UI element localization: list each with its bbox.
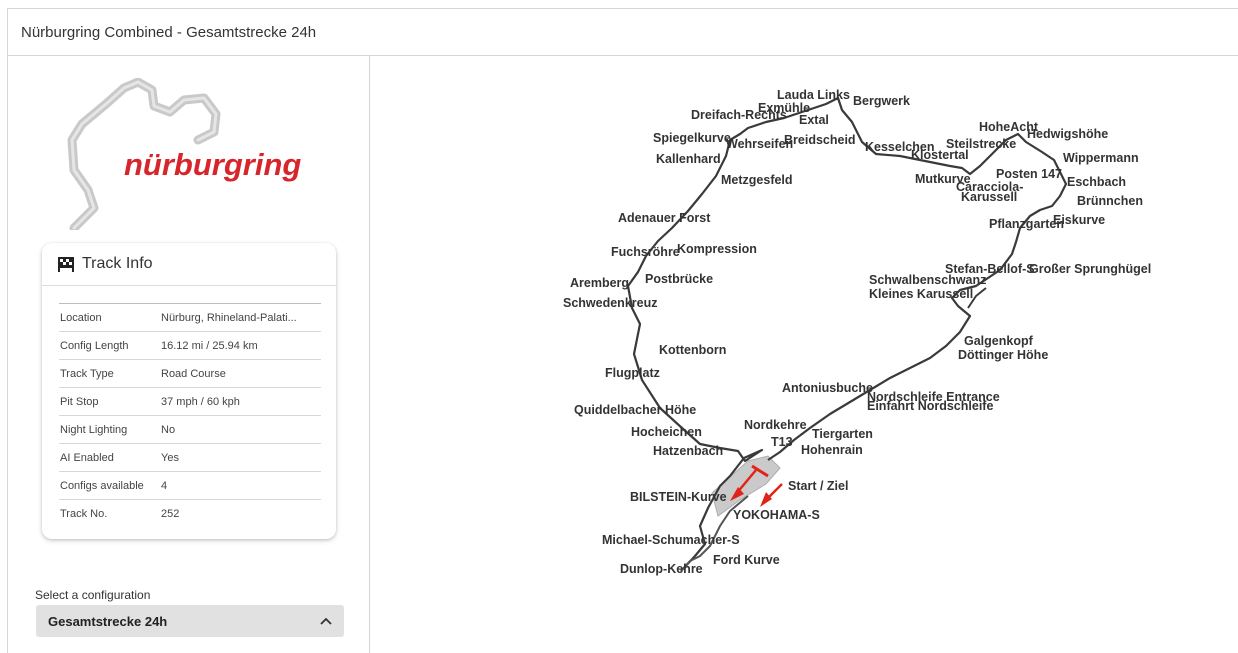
corner-label: Start / Ziel [788, 479, 848, 493]
corner-label: Quiddelbacher Höhe [574, 403, 696, 417]
track-info-label: Pit Stop [59, 387, 161, 416]
corner-label: Dreifach-Rechts [691, 108, 787, 122]
app-window: Nürburgring Combined - Gesamtstrecke 24h… [7, 8, 1238, 653]
corner-label: Eschbach [1067, 175, 1126, 189]
chevron-up-icon[interactable] [320, 617, 332, 625]
track-info-row: Configs available 4 [59, 471, 321, 500]
corner-label: Adenauer Forst [618, 211, 711, 225]
corner-label: Postbrücke [645, 272, 713, 286]
logo-wordmark: nürburgring [124, 147, 301, 182]
track-info-label: Track Type [59, 359, 161, 388]
track-info-value: No [161, 415, 321, 444]
track-info-row: Track Type Road Course [59, 359, 321, 388]
corner-label: Schwedenkreuz [563, 296, 657, 310]
track-info-label: Configs available [59, 471, 161, 500]
corner-label: Lauda Links [777, 88, 850, 102]
track-info-row: Config Length 16.12 mi / 25.94 km [59, 331, 321, 360]
left-panel: nürburgring Track Info Location Nürburg, … [8, 56, 370, 653]
track-info-table: Location Nürburg, Rhineland-Palati... Conf… [59, 303, 321, 527]
track-info-header: Track Info [42, 243, 336, 286]
corner-label: Posten 147 [996, 167, 1062, 181]
corner-label: Einfahrt Nordschleife [867, 399, 993, 413]
track-info-row: Track No. 252 [59, 499, 321, 527]
track-info-card: Track Info Location Nürburg, Rhineland-Pa… [42, 243, 336, 539]
title-bar: Nürburgring Combined - Gesamtstrecke 24h [8, 9, 1238, 56]
track-info-row: Location Nürburg, Rhineland-Palati... [59, 303, 321, 332]
configuration-select-label: Select a configuration [35, 588, 151, 602]
configuration-select[interactable]: Gesamtstrecke 24h [36, 605, 344, 637]
corner-label: Großer Sprunghügel [1029, 262, 1151, 276]
track-info-label: AI Enabled [59, 443, 161, 472]
track-info-value: Nürburg, Rhineland-Palati... [161, 303, 321, 332]
corner-label: Dunlop-Kehre [620, 562, 703, 576]
corner-label: Michael-Schumacher-S [602, 533, 740, 547]
corner-label: Kleines Karussell [869, 287, 973, 301]
track-map: Lauda Links Bergwerk Exmühle Dreifach-Re… [370, 56, 1238, 653]
corner-label: Hohenrain [801, 443, 863, 457]
configuration-select-value: Gesamtstrecke 24h [48, 613, 168, 629]
corner-label: T13 [771, 435, 793, 449]
corner-label: Fuchsröhre [611, 245, 680, 259]
track-info-label: Location [59, 303, 161, 332]
corner-label: Nordkehre [744, 418, 807, 432]
corner-label: Galgenkopf [964, 334, 1034, 348]
corner-label: Metzgesfeld [721, 173, 793, 187]
corner-label: Breidscheid [784, 133, 856, 147]
track-info-label: Night Lighting [59, 415, 161, 444]
corner-label: Karussell [961, 190, 1017, 204]
corner-label: Wippermann [1063, 151, 1139, 165]
corner-label: Kottenborn [659, 343, 726, 357]
track-info-value: 4 [161, 471, 321, 500]
corner-label: Döttinger Höhe [958, 348, 1048, 362]
corner-label: Tiergarten [812, 427, 873, 441]
corner-label: Flugplatz [605, 366, 660, 380]
corner-label: Hocheichen [631, 425, 702, 439]
track-info-row: Pit Stop 37 mph / 60 kph [59, 387, 321, 416]
corner-label: Schwalbenschwanz [869, 273, 986, 287]
track-info-value: Road Course [161, 359, 321, 388]
corner-label: BILSTEIN-Kurve [630, 490, 727, 504]
corner-label: Kallenhard [656, 152, 721, 166]
track-info-value: Yes [161, 443, 321, 472]
track-info-row: Night Lighting No [59, 415, 321, 444]
corner-label: Hedwigshöhe [1027, 127, 1108, 141]
gp-paddock-area [711, 455, 781, 517]
corner-label: Antoniusbuche [782, 381, 873, 395]
track-info-title: Track Info [82, 255, 153, 272]
track-map-canvas: Lauda Links Bergwerk Exmühle Dreifach-Re… [563, 88, 1151, 576]
track-info-label: Config Length [59, 331, 161, 360]
flag-icon [58, 257, 74, 272]
track-info-row: AI Enabled Yes [59, 443, 321, 472]
corner-label: Hatzenbach [653, 444, 723, 458]
track-info-value: 37 mph / 60 kph [161, 387, 321, 416]
corner-label: Eiskurve [1053, 213, 1105, 227]
corner-label: YOKOHAMA-S [733, 508, 820, 522]
track-info-value: 16.12 mi / 25.94 km [161, 331, 321, 360]
corner-label: Brünnchen [1077, 194, 1143, 208]
track-info-label: Track No. [59, 499, 161, 527]
corner-label: Aremberg [570, 276, 629, 290]
page-title: Nürburgring Combined - Gesamtstrecke 24h [21, 23, 317, 41]
corner-label: Ford Kurve [713, 553, 780, 567]
corner-label: Extal [799, 113, 829, 127]
corner-label: Bergwerk [853, 94, 910, 108]
corner-label: Spiegelkurve [653, 131, 731, 145]
track-info-value: 252 [161, 499, 321, 527]
nurburgring-logo: nürburgring [67, 78, 301, 230]
corner-label: Steilstrecke [946, 137, 1016, 151]
corner-label: Kompression [677, 242, 757, 256]
